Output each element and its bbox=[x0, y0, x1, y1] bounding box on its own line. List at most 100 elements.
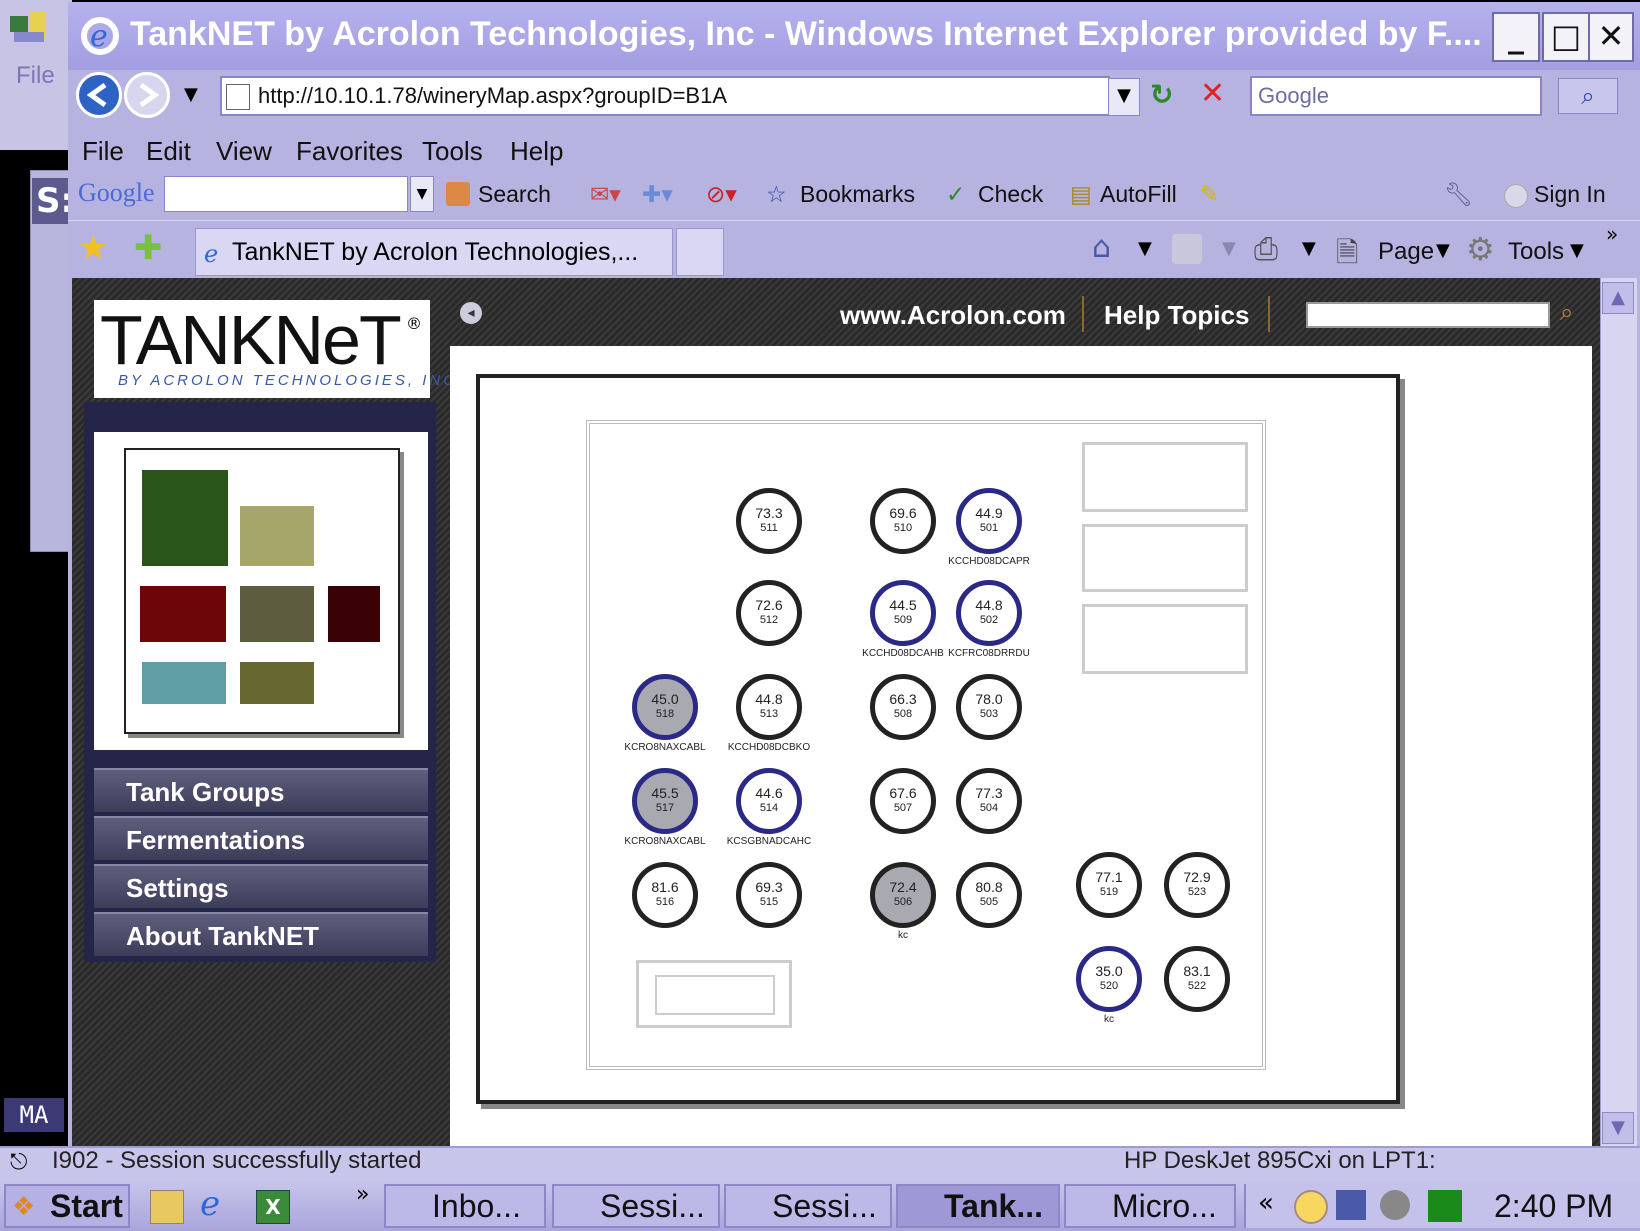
quicklaunch-excel-icon[interactable]: X bbox=[256, 1190, 290, 1224]
tank-lot-label: KCCHD08DCBKO bbox=[727, 742, 811, 753]
tank-514[interactable]: 44.6 514 bbox=[736, 768, 802, 834]
quicklaunch-folder-icon[interactable] bbox=[150, 1190, 184, 1224]
tank-520[interactable]: 35.0 520 bbox=[1076, 946, 1142, 1012]
tank-502[interactable]: 44.8 502 bbox=[956, 580, 1022, 646]
close-button[interactable]: ✕ bbox=[1588, 12, 1634, 62]
menu-help[interactable]: Help bbox=[510, 136, 563, 167]
print-dropdown-icon[interactable]: ▼ bbox=[1302, 238, 1316, 259]
scroll-up-icon[interactable]: ▲ bbox=[1602, 282, 1634, 314]
tank-505[interactable]: 80.8 505 bbox=[956, 862, 1022, 928]
home-dropdown-icon[interactable]: ▼ bbox=[1138, 238, 1152, 259]
tank-504[interactable]: 77.3 504 bbox=[956, 768, 1022, 834]
empty-slot[interactable] bbox=[636, 960, 792, 1028]
forward-button[interactable] bbox=[124, 72, 170, 118]
tank-523[interactable]: 72.9 523 bbox=[1164, 852, 1230, 918]
google-dropdown-icon[interactable]: ▼ bbox=[410, 176, 434, 212]
collapse-sidebar-icon[interactable]: ◂ bbox=[460, 302, 482, 324]
acrolon-link[interactable]: www.Acrolon.com bbox=[840, 300, 1066, 331]
tank-516[interactable]: 81.6 516 bbox=[632, 862, 698, 928]
nav-tank-groups[interactable]: Tank Groups bbox=[94, 768, 428, 812]
feeds-dropdown-icon[interactable]: ▼ bbox=[1222, 238, 1236, 259]
task-inbox[interactable]: Inbo... bbox=[384, 1184, 546, 1228]
tank-519[interactable]: 77.1 519 bbox=[1076, 852, 1142, 918]
refresh-icon[interactable]: ↻ bbox=[1150, 78, 1190, 114]
tank-510[interactable]: 69.6 510 bbox=[870, 488, 936, 554]
taskbar-clock[interactable]: 2:40 PM bbox=[1494, 1186, 1613, 1226]
google-toolbar-input[interactable] bbox=[164, 176, 408, 212]
empty-slot[interactable] bbox=[1082, 604, 1248, 674]
help-topics-link[interactable]: Help Topics bbox=[1104, 300, 1249, 331]
quicklaunch-overflow[interactable]: » bbox=[356, 1182, 369, 1207]
tools-dropdown-icon[interactable]: ▼ bbox=[1570, 240, 1584, 261]
history-dropdown-icon[interactable]: ▼ bbox=[184, 84, 198, 105]
empty-slot[interactable] bbox=[1082, 442, 1248, 512]
favorites-star-icon[interactable]: ★ bbox=[78, 228, 108, 268]
nav-settings[interactable]: Settings bbox=[94, 864, 428, 908]
maximize-button[interactable]: □ bbox=[1542, 12, 1590, 62]
minimize-button[interactable]: _ bbox=[1492, 12, 1540, 62]
tray-app-icon[interactable] bbox=[1428, 1190, 1462, 1222]
menu-edit[interactable]: Edit bbox=[146, 136, 191, 167]
task-session-2[interactable]: Sessi... bbox=[724, 1184, 892, 1228]
menu-file[interactable]: File bbox=[82, 136, 124, 167]
tank-512[interactable]: 72.6 512 bbox=[736, 580, 802, 646]
plus-icon[interactable]: ✚▾ bbox=[642, 181, 673, 208]
tank-507[interactable]: 67.6 507 bbox=[870, 768, 936, 834]
tray-clock-icon[interactable] bbox=[1294, 1190, 1328, 1224]
new-tab-button[interactable] bbox=[676, 228, 724, 276]
scroll-down-icon[interactable]: ▼ bbox=[1602, 1112, 1634, 1144]
nav-about-tanknet[interactable]: About TankNET bbox=[94, 912, 428, 956]
site-search-input[interactable] bbox=[1306, 302, 1550, 328]
nav-fermentations[interactable]: Fermentations bbox=[94, 816, 428, 860]
page-menu-button[interactable]: Page bbox=[1378, 238, 1434, 266]
toolbar-overflow-icon[interactable]: » bbox=[1606, 222, 1618, 246]
tank-515[interactable]: 69.3 515 bbox=[736, 862, 802, 928]
live-search-input[interactable]: Google bbox=[1250, 76, 1542, 116]
popup-blocker-icon[interactable]: ⊘▾ bbox=[706, 181, 737, 208]
address-dropdown-icon[interactable]: ▼ bbox=[1108, 78, 1140, 116]
empty-slot[interactable] bbox=[1082, 524, 1248, 592]
address-input[interactable]: http://10.10.1.78/wineryMap.aspx?groupID… bbox=[220, 76, 1110, 116]
sign-in-button[interactable]: Sign In bbox=[1534, 181, 1606, 208]
tank-513[interactable]: 44.8 513 bbox=[736, 674, 802, 740]
wrench-icon[interactable]: 🔧︎ bbox=[1444, 181, 1473, 208]
task-session-1[interactable]: Sessi... bbox=[552, 1184, 720, 1228]
task-microsoft[interactable]: Micro... bbox=[1064, 1184, 1236, 1228]
tank-508[interactable]: 66.3 508 bbox=[870, 674, 936, 740]
quicklaunch-ie-icon[interactable]: e bbox=[200, 1184, 220, 1224]
google-search-button[interactable]: Search bbox=[478, 181, 551, 208]
tank-522[interactable]: 83.1 522 bbox=[1164, 946, 1230, 1012]
add-favorites-icon[interactable]: ✚ bbox=[134, 228, 163, 268]
tank-506[interactable]: 72.4 506 bbox=[870, 862, 936, 928]
tray-network-icon[interactable] bbox=[1336, 1190, 1366, 1220]
tray-volume-icon[interactable] bbox=[1380, 1190, 1410, 1220]
tank-503[interactable]: 78.0 503 bbox=[956, 674, 1022, 740]
menu-favorites[interactable]: Favorites bbox=[296, 136, 403, 167]
autofill-button[interactable]: AutoFill bbox=[1100, 181, 1177, 208]
home-icon[interactable]: ⌂ bbox=[1092, 230, 1111, 265]
news-icon[interactable]: ✉▾ bbox=[590, 181, 621, 208]
tab-tanknet[interactable]: TankNET by Acrolon Technologies,... bbox=[195, 228, 673, 276]
search-go-icon[interactable]: ⌕ bbox=[1558, 78, 1618, 114]
print-icon[interactable]: ⎙ bbox=[1254, 232, 1278, 267]
tank-517[interactable]: 45.5 517 bbox=[632, 768, 698, 834]
tank-511[interactable]: 73.3 511 bbox=[736, 488, 802, 554]
highlighter-icon[interactable]: ✎ bbox=[1200, 181, 1219, 208]
tank-518[interactable]: 45.0 518 bbox=[632, 674, 698, 740]
background-file-menu[interactable]: File bbox=[16, 62, 55, 90]
bookmarks-button[interactable]: Bookmarks bbox=[800, 181, 915, 208]
tools-menu-button[interactable]: Tools bbox=[1508, 238, 1564, 266]
back-button[interactable] bbox=[76, 72, 122, 118]
page-dropdown-icon[interactable]: ▼ bbox=[1436, 240, 1450, 261]
tank-509[interactable]: 44.5 509 bbox=[870, 580, 936, 646]
menu-view[interactable]: View bbox=[216, 136, 272, 167]
site-search-icon[interactable]: ⌕ bbox=[1560, 298, 1573, 326]
feeds-icon[interactable] bbox=[1172, 234, 1202, 264]
stop-icon[interactable]: ✕ bbox=[1200, 76, 1236, 112]
vertical-scrollbar[interactable]: ▲ ▼ bbox=[1600, 278, 1637, 1148]
check-button[interactable]: Check bbox=[978, 181, 1043, 208]
menu-tools[interactable]: Tools bbox=[422, 136, 483, 167]
tray-expand[interactable]: « bbox=[1258, 1188, 1274, 1218]
tank-501[interactable]: 44.9 501 bbox=[956, 488, 1022, 554]
task-tanknet[interactable]: Tank... bbox=[896, 1184, 1060, 1228]
